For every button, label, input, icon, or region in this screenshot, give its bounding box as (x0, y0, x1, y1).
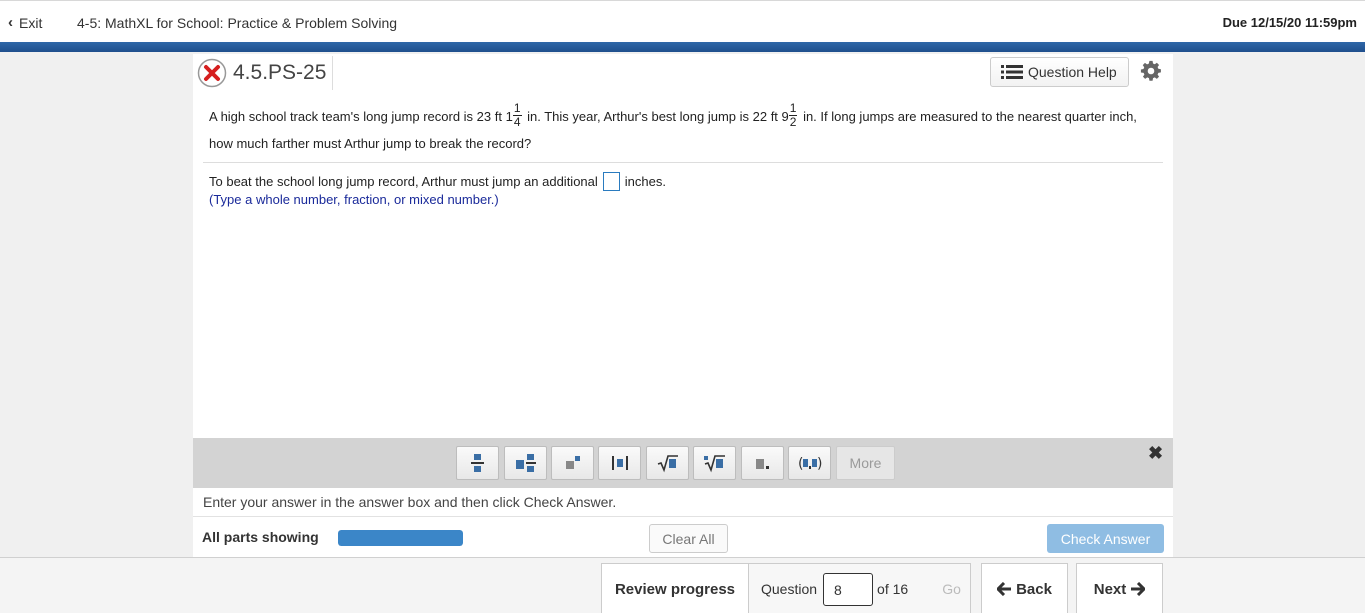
fraction-button[interactable] (456, 446, 499, 480)
math-palette: () More ✖ (193, 438, 1173, 488)
ordered-pair-icon: () (798, 456, 822, 472)
question-text-part2: in. This year, Arthur's best long jump i… (523, 109, 789, 124)
chevron-left-icon: ‹ (8, 14, 13, 31)
close-icon[interactable]: ✖ (1148, 443, 1163, 464)
fraction-numerator: 1 (512, 101, 522, 117)
clear-all-button[interactable]: Clear All (649, 524, 728, 553)
review-progress-button[interactable]: Review progress (601, 563, 749, 613)
go-button[interactable]: Go (942, 581, 961, 597)
square-root-icon (657, 455, 678, 473)
answer-prefix: To beat the school long jump record, Art… (209, 174, 598, 189)
question-header: 4.5.PS-25 Question Help (193, 54, 1173, 92)
status-row: All parts showing Clear All Check Answer (193, 517, 1173, 558)
mixed-number-button[interactable] (504, 446, 547, 480)
fraction-numerator: 1 (788, 101, 798, 117)
question-total: of 16 (877, 581, 909, 597)
fraction-denominator: 4 (513, 115, 521, 130)
question-navigator: Question 8 of 16 Go (749, 563, 971, 613)
parts-showing-label: All parts showing (202, 529, 319, 545)
answer-suffix: inches. (624, 174, 666, 189)
question-id-box: 4.5.PS-25 (197, 56, 334, 90)
nav-group: Review progress Question 8 of 16 Go Back… (601, 563, 1163, 613)
ordered-pair-button[interactable]: () (788, 446, 831, 480)
square-root-button[interactable] (646, 446, 689, 480)
answer-input[interactable] (602, 172, 620, 191)
check-answer-button[interactable]: Check Answer (1047, 524, 1164, 553)
exponent-button[interactable] (551, 446, 594, 480)
back-label: Back (1016, 580, 1052, 598)
decimal-button[interactable] (741, 446, 784, 480)
arrow-left-icon (997, 582, 1012, 596)
answer-hint: (Type a whole number, fraction, or mixed… (209, 192, 499, 207)
bottom-nav: Review progress Question 8 of 16 Go Back… (0, 557, 1365, 613)
fraction-denominator: 2 (789, 115, 797, 130)
absolute-value-button[interactable] (598, 446, 641, 480)
due-date: Due 12/15/20 11:59pm (1222, 15, 1357, 30)
assignment-title: 4-5: MathXL for School: Practice & Probl… (77, 15, 398, 31)
fraction-one-quarter: 14 (512, 101, 522, 130)
question-id: 4.5.PS-25 (233, 61, 327, 84)
question-label: Question (761, 581, 818, 597)
question-help-button[interactable]: Question Help (990, 57, 1129, 87)
fraction-icon (470, 454, 484, 472)
arrow-right-icon (1131, 582, 1146, 596)
question-text-part1: A high school track team's long jump rec… (209, 109, 513, 124)
question-number-input[interactable]: 8 (823, 572, 874, 606)
exponent-icon (565, 456, 580, 469)
exit-label: Exit (19, 14, 43, 31)
top-bar: ‹ Exit 4-5: MathXL for School: Practice … (0, 0, 1365, 42)
progress-bar (338, 530, 463, 546)
question-text: A high school track team's long jump rec… (209, 101, 1159, 156)
decimal-icon (755, 459, 769, 469)
nth-root-button[interactable] (693, 446, 736, 480)
answer-statement: To beat the school long jump record, Art… (209, 172, 666, 191)
absolute-value-icon (611, 456, 628, 470)
back-button[interactable]: Back (981, 563, 1068, 613)
instruction-text: Enter your answer in the answer box and … (193, 488, 1173, 517)
svg-text:(: ( (798, 456, 803, 472)
question-panel: 4.5.PS-25 Question Help A high school tr… (193, 54, 1173, 438)
fraction-one-half: 12 (788, 101, 798, 130)
svg-text:): ) (817, 456, 822, 472)
next-button[interactable]: Next (1076, 563, 1163, 613)
question-divider (203, 162, 1163, 163)
header-accent-bar (0, 42, 1365, 52)
nth-root-icon (703, 455, 725, 473)
mixed-number-icon (515, 454, 536, 472)
next-label: Next (1093, 580, 1127, 598)
progress-fill (338, 530, 463, 546)
question-help-label: Question Help (1028, 64, 1117, 80)
gear-icon[interactable] (1140, 60, 1162, 82)
incorrect-icon (197, 58, 227, 88)
more-button[interactable]: More (836, 446, 895, 480)
list-icon (1001, 65, 1023, 79)
exit-button[interactable]: ‹ Exit (8, 14, 42, 31)
